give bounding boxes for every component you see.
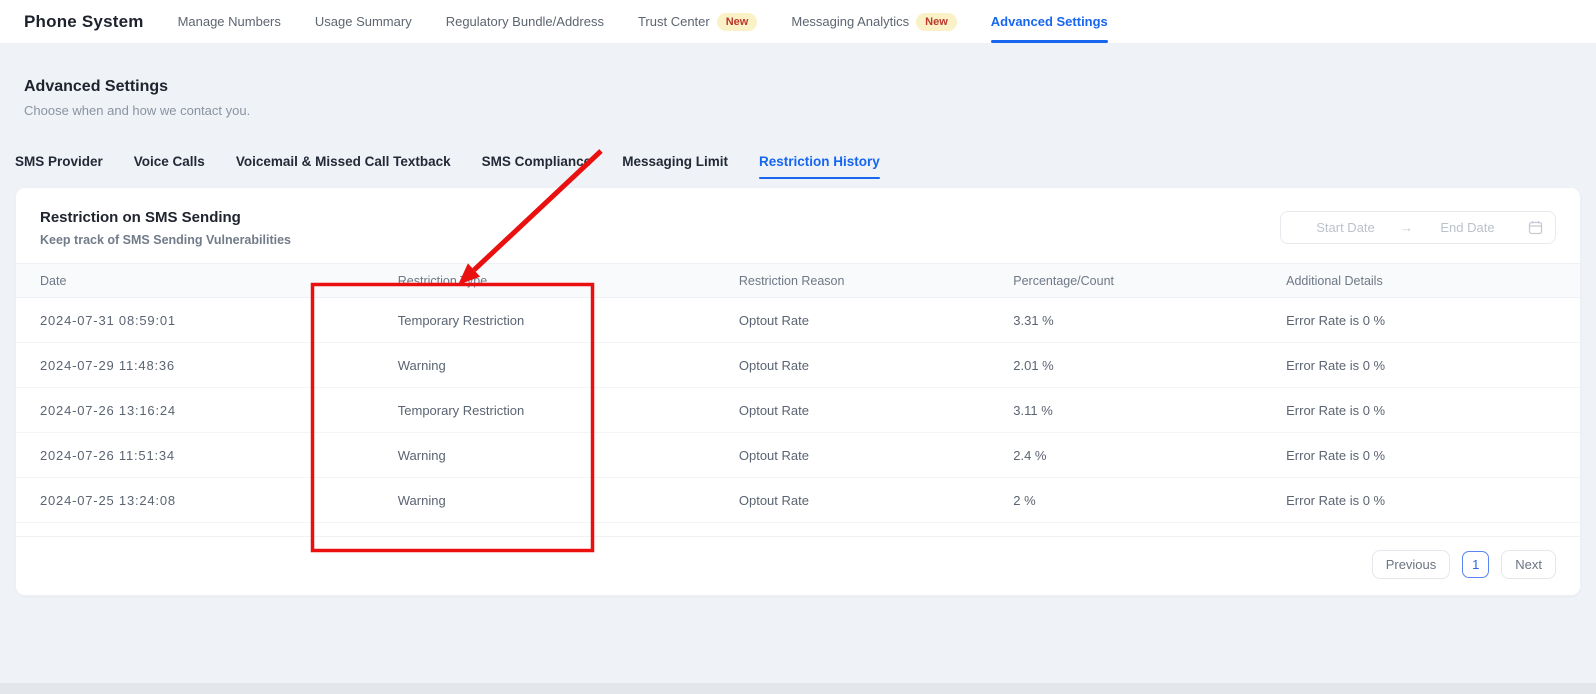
- card-title: Restriction on SMS Sending: [40, 209, 291, 226]
- table-row: 2024-07-25 13:24:08WarningOptout Rate2 %…: [16, 478, 1580, 523]
- cell-percentage-count: 3.31 %: [1013, 313, 1286, 328]
- end-date-placeholder[interactable]: End Date: [1415, 220, 1520, 235]
- tab-voice-calls[interactable]: Voice Calls: [134, 154, 205, 179]
- start-date-placeholder[interactable]: Start Date: [1293, 220, 1398, 235]
- nav-items: Manage Numbers Usage Summary Regulatory Bu…: [178, 0, 1108, 43]
- nav-item-usage-summary[interactable]: Usage Summary: [315, 0, 412, 43]
- cell-restriction-reason: Optout Rate: [739, 313, 1013, 328]
- cell-additional-details: Error Rate is 0 %: [1286, 493, 1556, 508]
- cell-date: 2024-07-31 08:59:01: [40, 313, 398, 328]
- nav-item-regulatory-bundle-address[interactable]: Regulatory Bundle/Address: [446, 0, 604, 43]
- page-title: Advanced Settings: [24, 78, 1572, 96]
- column-header-restriction-type: Restriction Type: [398, 274, 739, 288]
- cell-restriction-type: Temporary Restriction: [398, 313, 739, 328]
- cell-percentage-count: 2 %: [1013, 493, 1286, 508]
- column-header-additional-details: Additional Details: [1286, 274, 1556, 288]
- cell-additional-details: Error Rate is 0 %: [1286, 358, 1556, 373]
- cell-restriction-type: Warning: [398, 448, 739, 463]
- table-row: 2024-07-31 08:59:01Temporary Restriction…: [16, 298, 1580, 343]
- cell-percentage-count: 3.11 %: [1013, 403, 1286, 418]
- page-number-button[interactable]: 1: [1462, 551, 1489, 578]
- tab-voicemail-missed-call-textback[interactable]: Voicemail & Missed Call Textback: [236, 154, 451, 179]
- tab-sms-provider[interactable]: SMS Provider: [15, 154, 103, 179]
- nav-item-manage-numbers[interactable]: Manage Numbers: [178, 0, 281, 43]
- cell-restriction-type: Temporary Restriction: [398, 403, 739, 418]
- table-row: 2024-07-26 13:16:24Temporary Restriction…: [16, 388, 1580, 433]
- new-badge: New: [916, 13, 957, 31]
- cell-date: 2024-07-29 11:48:36: [40, 358, 398, 373]
- card-header: Restriction on SMS Sending Keep track of…: [16, 188, 1580, 263]
- card-subtitle: Keep track of SMS Sending Vulnerabilitie…: [40, 233, 291, 247]
- column-header-percentage-count: Percentage/Count: [1013, 274, 1286, 288]
- nav-item-label: Advanced Settings: [991, 14, 1108, 29]
- cell-restriction-reason: Optout Rate: [739, 493, 1013, 508]
- nav-item-label: Regulatory Bundle/Address: [446, 14, 604, 29]
- cell-additional-details: Error Rate is 0 %: [1286, 403, 1556, 418]
- restriction-history-card: Restriction on SMS Sending Keep track of…: [15, 187, 1581, 596]
- new-badge: New: [717, 13, 758, 31]
- page-header: Advanced Settings Choose when and how we…: [0, 44, 1596, 118]
- nav-item-messaging-analytics[interactable]: Messaging Analytics New: [791, 0, 956, 43]
- settings-tabbar: SMS Provider Voice Calls Voicemail & Misse…: [0, 154, 1596, 179]
- cell-additional-details: Error Rate is 0 %: [1286, 448, 1556, 463]
- table-row: 2024-07-29 11:48:36WarningOptout Rate2.0…: [16, 343, 1580, 388]
- nav-item-label: Trust Center: [638, 14, 710, 29]
- cell-date: 2024-07-26 13:16:24: [40, 403, 398, 418]
- viewport-bottom-edge: [0, 683, 1596, 694]
- app-title: Phone System: [24, 12, 144, 32]
- nav-item-advanced-settings[interactable]: Advanced Settings: [991, 0, 1108, 43]
- next-page-button[interactable]: Next: [1501, 550, 1556, 579]
- cell-date: 2024-07-25 13:24:08: [40, 493, 398, 508]
- table-header-row: DateRestriction TypeRestriction ReasonPe…: [16, 263, 1580, 298]
- tab-restriction-history[interactable]: Restriction History: [759, 154, 880, 179]
- previous-page-button[interactable]: Previous: [1372, 550, 1451, 579]
- cell-date: 2024-07-26 11:51:34: [40, 448, 398, 463]
- nav-item-label: Manage Numbers: [178, 14, 281, 29]
- calendar-icon[interactable]: [1528, 220, 1543, 235]
- top-nav: Phone System Manage Numbers Usage Summary…: [0, 0, 1596, 44]
- table-body: 2024-07-31 08:59:01Temporary Restriction…: [16, 298, 1580, 523]
- date-range-picker[interactable]: Start Date → End Date: [1280, 211, 1556, 244]
- column-header-restriction-reason: Restriction Reason: [739, 274, 1013, 288]
- pagination: Previous 1 Next: [16, 536, 1580, 579]
- tab-messaging-limit[interactable]: Messaging Limit: [622, 154, 728, 179]
- cell-restriction-reason: Optout Rate: [739, 403, 1013, 418]
- cell-restriction-reason: Optout Rate: [739, 358, 1013, 373]
- nav-item-label: Usage Summary: [315, 14, 412, 29]
- cell-restriction-type: Warning: [398, 358, 739, 373]
- nav-item-trust-center[interactable]: Trust Center New: [638, 0, 757, 43]
- table-row: 2024-07-26 11:51:34WarningOptout Rate2.4…: [16, 433, 1580, 478]
- page-subtitle: Choose when and how we contact you.: [24, 103, 1572, 118]
- cell-percentage-count: 2.4 %: [1013, 448, 1286, 463]
- cell-percentage-count: 2.01 %: [1013, 358, 1286, 373]
- card-header-text: Restriction on SMS Sending Keep track of…: [40, 209, 291, 247]
- range-arrow-icon: →: [1398, 220, 1415, 235]
- cell-restriction-type: Warning: [398, 493, 739, 508]
- cell-additional-details: Error Rate is 0 %: [1286, 313, 1556, 328]
- tab-sms-compliance[interactable]: SMS Compliance: [482, 154, 592, 179]
- cell-restriction-reason: Optout Rate: [739, 448, 1013, 463]
- column-header-date: Date: [40, 274, 398, 288]
- nav-item-label: Messaging Analytics: [791, 14, 909, 29]
